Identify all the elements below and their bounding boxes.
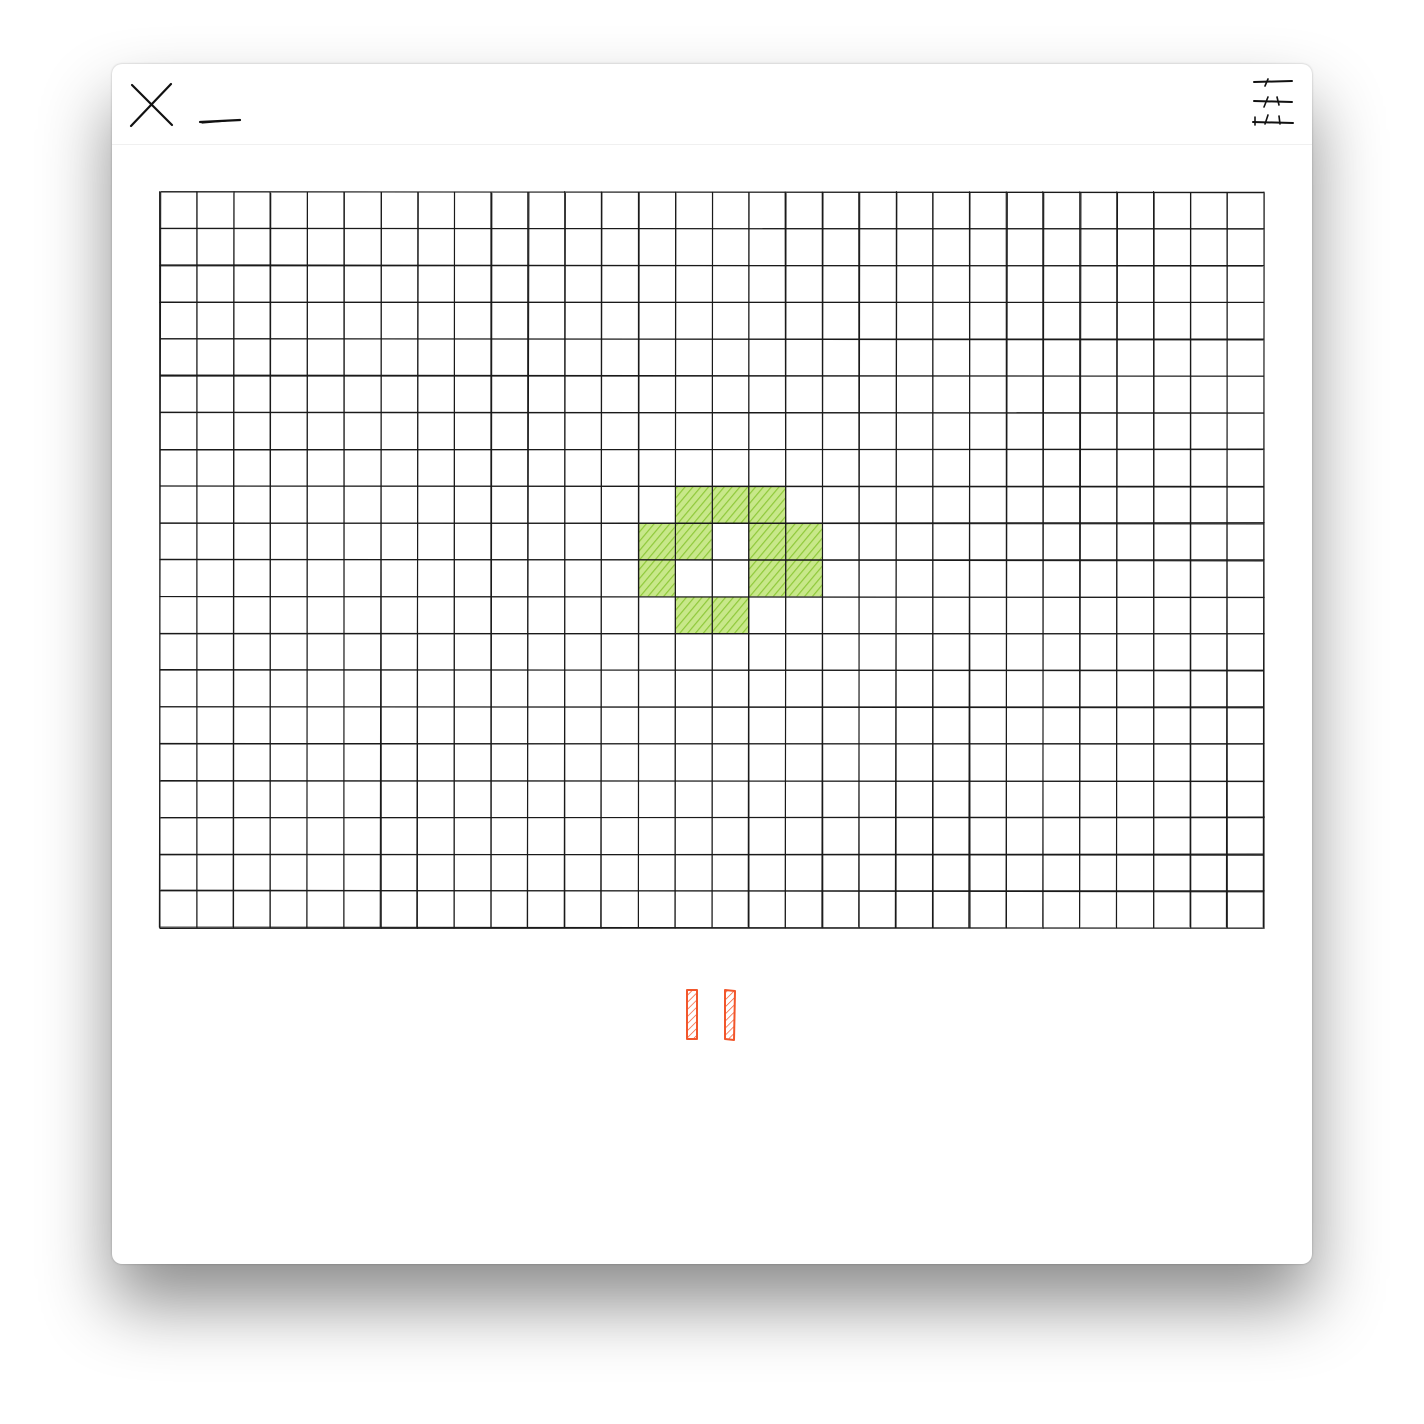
game-board[interactable]	[158, 190, 1268, 932]
grid-line-horizontal	[160, 301, 1264, 304]
live-cell[interactable]	[749, 486, 786, 523]
title-bar	[112, 64, 1312, 145]
close-icon	[129, 82, 174, 128]
live-cell[interactable]	[786, 560, 822, 597]
minimize-icon	[198, 118, 242, 124]
live-cell[interactable]	[749, 523, 786, 560]
grid-line-horizontal	[160, 411, 1264, 414]
close-button[interactable]	[128, 82, 176, 130]
minimize-button[interactable]	[196, 110, 244, 130]
live-cell[interactable]	[675, 597, 712, 634]
menu-icon	[1252, 78, 1294, 126]
pause-button[interactable]	[682, 986, 748, 1044]
live-cell[interactable]	[638, 523, 675, 560]
live-cell[interactable]	[712, 597, 749, 634]
pause-icon	[686, 989, 736, 1041]
app-window	[112, 64, 1312, 1264]
live-cell[interactable]	[749, 560, 786, 597]
live-cell[interactable]	[675, 486, 712, 523]
live-cell[interactable]	[786, 523, 822, 560]
game-grid[interactable]	[158, 190, 1268, 932]
live-cell[interactable]	[675, 523, 712, 560]
live-cell[interactable]	[712, 486, 749, 523]
live-cell[interactable]	[638, 560, 675, 597]
grid-line-horizontal	[160, 742, 1264, 745]
menu-button[interactable]	[1250, 78, 1298, 130]
